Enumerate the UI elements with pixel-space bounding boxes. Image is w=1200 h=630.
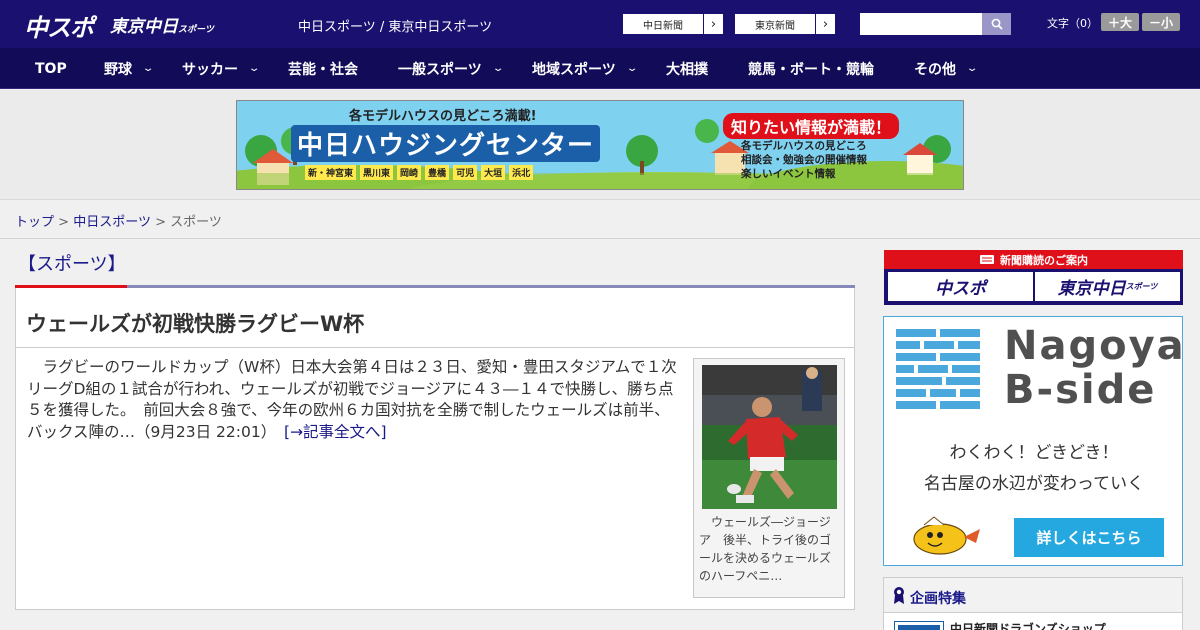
nav-label: サッカー <box>182 61 238 78</box>
housing-ad-bullet: 各モデルハウスの見どころ <box>741 140 867 152</box>
feature-item-dragons-shop[interactable]: 中日新聞ドラゴンズショップ <box>950 620 1106 630</box>
tokyo-shimbun-label: 東京新聞 <box>755 20 795 32</box>
housing-ad-headline-small: 各モデルハウスの見どころ満載! <box>349 109 537 124</box>
main-nav: TOP 野球 ⌄ サッカー ⌄ 芸能・社会 一般スポーツ ⌄ 地域スポーツ ⌄ 大相撲 … <box>0 48 1200 89</box>
rugby-kicker-photo <box>702 365 837 509</box>
ribbon-icon <box>894 587 904 604</box>
subscription-header: 新聞購読のご案内 <box>884 250 1183 269</box>
article-excerpt: ラグビーのワールドカップ（W杯）日本大会第４日は２３日、愛知・豊田スタジアムで１… <box>27 357 685 443</box>
tokyo-shimbun-link[interactable]: 東京新聞 › <box>734 13 836 35</box>
site-title: 中日スポーツ / 東京中日スポーツ <box>298 20 493 35</box>
nav-soccer[interactable]: サッカー ⌄ <box>182 48 261 89</box>
nav-other[interactable]: その他 ⌄ <box>914 48 979 89</box>
feature-title: 企画特集 <box>910 591 966 607</box>
site-header: 中スポ 東京中日スポーツ 中日スポーツ / 東京中日スポーツ 中日新聞 › 東京… <box>0 0 1200 48</box>
subscribe-chuspo-label: 中スポ <box>935 279 986 299</box>
breadcrumb: トップ > 中日スポーツ > スポーツ <box>15 211 222 230</box>
nav-label: 大相撲 <box>666 61 708 78</box>
nav-label: 芸能・社会 <box>288 61 358 78</box>
breadcrumb-separator: > <box>155 215 166 230</box>
nav-label: 一般スポーツ <box>398 61 482 78</box>
section-title: 【スポーツ】 <box>18 254 126 275</box>
chevron-down-icon: ⌄ <box>625 63 639 74</box>
nav-label: 野球 <box>104 61 132 78</box>
nagoya-ad-description: 名古屋の水辺が変わっていく <box>923 474 1145 494</box>
housing-center-ad[interactable]: 各モデルハウスの見どころ満載! 中日ハウジングセンター 新・神宮東 黒川東 岡崎… <box>236 100 964 190</box>
chevron-down-icon: ⌄ <box>141 63 155 74</box>
housing-ad-locations: 新・神宮東 黒川東 岡崎 豊橋 可児 大垣 浜北 <box>305 165 534 180</box>
housing-ad-subheadline: 知りたい情報が満載！ <box>723 113 900 139</box>
newspaper-icon <box>980 255 994 264</box>
housing-ad-bullets: 各モデルハウスの見どころ 相談会・勉強会の開催情報 楽しいイベント情報 <box>741 139 867 181</box>
nav-top[interactable]: TOP <box>35 48 67 89</box>
brick-wall-graphic <box>896 329 980 409</box>
housing-ad-bullet: 楽しいイベント情報 <box>741 168 836 180</box>
nav-label: TOP <box>35 60 67 77</box>
font-size-label: 文字（0） <box>1047 17 1098 30</box>
chunichi-shimbun-link[interactable]: 中日新聞 › <box>622 13 724 35</box>
search-input[interactable] <box>860 13 982 35</box>
chevron-down-icon: ⌄ <box>247 63 261 74</box>
subscription-box: 新聞購読のご案内 中スポ 東京中日 スポーツ <box>884 250 1183 305</box>
chevron-down-icon: ⌄ <box>965 63 979 74</box>
breadcrumb-parent[interactable]: 中日スポーツ <box>73 215 151 230</box>
subscribe-chuspo-button[interactable]: 中スポ <box>888 272 1033 301</box>
subscription-header-label: 新聞購読のご案内 <box>1000 253 1088 267</box>
nav-label: その他 <box>914 61 956 78</box>
nagoya-ad-tagline: わくわく！どきどき！ <box>949 443 1119 463</box>
article-card: ウェールズが初戦快勝ラグビーW杯 ラグビーのワールドカップ（W杯）日本大会第４日… <box>15 288 855 610</box>
chevron-down-icon: ⌄ <box>491 63 505 74</box>
location-tag: 浜北 <box>509 165 534 180</box>
article-photo-box: ウェールズ―ジョージア 後半、トライ後のゴールを決めるウェールズのハーフペニ… <box>693 358 845 598</box>
nav-label: 地域スポーツ <box>532 61 616 78</box>
location-tag: 大垣 <box>481 165 506 180</box>
dragons-shop-thumbnail <box>894 621 944 630</box>
nagoya-ad-cta-button[interactable]: 詳しくはこちら <box>1014 518 1164 557</box>
nagoya-ad-title-line1: Nagoya <box>1004 323 1186 369</box>
nagoya-ad-title-line2: B-side <box>1004 367 1157 413</box>
tokyo-logo-text: 東京中日 <box>110 17 178 37</box>
fried-shrimp-mascot-icon <box>913 516 980 555</box>
read-more-link[interactable]: [→記事全文へ] <box>284 423 387 441</box>
housing-ad-headline: 中日ハウジングセンター <box>291 125 601 162</box>
breadcrumb-separator: > <box>58 215 70 230</box>
location-tag: 黒川東 <box>360 165 394 180</box>
housing-ad-bullet: 相談会・勉強会の開催情報 <box>741 154 867 166</box>
chevron-right-icon: › <box>703 14 723 34</box>
breadcrumb-home[interactable]: トップ <box>15 215 54 230</box>
feature-box: 企画特集 中日新聞ドラゴンズショップ <box>883 577 1183 630</box>
tokyo-chunichi-logo[interactable]: 東京中日スポーツ <box>110 12 214 37</box>
search-button[interactable] <box>982 13 1011 35</box>
nav-general-sports[interactable]: 一般スポーツ ⌄ <box>398 48 505 89</box>
photo-caption: ウェールズ―ジョージア 後半、トライ後のゴールを決めるウェールズのハーフペニ… <box>699 515 832 583</box>
breadcrumb-current: スポーツ <box>170 215 222 230</box>
feature-header: 企画特集 <box>884 578 1182 613</box>
location-tag: 岡崎 <box>397 165 422 180</box>
article-title[interactable]: ウェールズが初戦快勝ラグビーW杯 <box>26 308 364 338</box>
chuspo-logo[interactable]: 中スポ <box>24 8 94 43</box>
nav-baseball[interactable]: 野球 ⌄ <box>104 48 155 89</box>
subscribe-tokyo-label: 東京中日 <box>1057 279 1126 299</box>
nav-regional-sports[interactable]: 地域スポーツ ⌄ <box>532 48 639 89</box>
location-tag: 新・神宮東 <box>305 165 357 180</box>
chevron-right-icon: › <box>815 14 835 34</box>
article-title-divider <box>16 347 854 348</box>
location-tag: 豊橋 <box>425 165 450 180</box>
ad-band: 各モデルハウスの見どころ満載! 中日ハウジングセンター 新・神宮東 黒川東 岡崎… <box>0 90 1200 200</box>
subscribe-tokyo-chunichi-button[interactable]: 東京中日 スポーツ <box>1035 272 1180 301</box>
nav-racing[interactable]: 競馬・ボート・競輪 <box>748 48 874 89</box>
nagoya-bside-ad[interactable]: Nagoya B-side わくわく！どきどき！ 名古屋の水辺が変わっていく 詳… <box>883 316 1186 566</box>
subscribe-tokyo-suffix: スポーツ <box>1125 282 1158 291</box>
location-tag: 可児 <box>453 165 478 180</box>
font-smaller-button[interactable]: －小 <box>1142 13 1180 31</box>
font-larger-button[interactable]: ＋大 <box>1101 13 1139 31</box>
nav-sumo[interactable]: 大相撲 <box>666 48 708 89</box>
chunichi-shimbun-label: 中日新聞 <box>643 20 683 32</box>
tokyo-logo-suffix: スポーツ <box>178 25 214 35</box>
breadcrumb-divider <box>0 238 1200 239</box>
article-photo[interactable] <box>702 365 837 509</box>
search-icon <box>991 18 1003 30</box>
nav-label: 競馬・ボート・競輪 <box>748 61 874 78</box>
nav-entertainment[interactable]: 芸能・社会 <box>288 48 358 89</box>
